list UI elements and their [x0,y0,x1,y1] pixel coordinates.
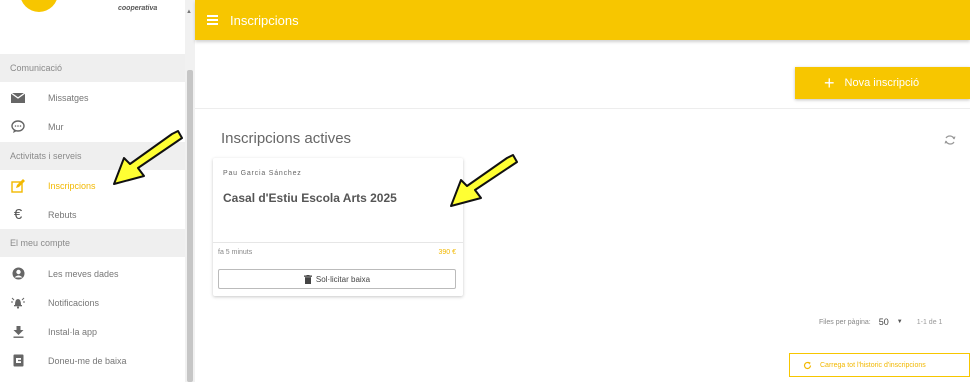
card-time: fa 5 minuts [218,249,253,256]
pagination: Files per pàgina: 50 ▼ 1-1 de 1 [819,317,942,327]
sidebar-item-baixa[interactable]: Doneu-me de baixa [0,346,185,375]
sidebar-item-label: Notificacions [48,297,100,308]
sidebar-item-missatges[interactable]: Missatges [0,83,185,112]
sidebar-item-label: Les meves dades [48,268,119,279]
card-title: Casal d'Estiu Escola Arts 2025 [223,191,397,205]
rows-per-page-label: Files per pàgina: [819,318,871,326]
load-history-label: Carrega tot l'historic d'inscripcions [820,361,926,369]
sidebar-item-dades[interactable]: Les meves dades [0,259,185,288]
card-divider [213,242,463,243]
sidebar-item-installa[interactable]: Instal·la app [0,317,185,346]
sidebar-item-label: Doneu-me de baixa [48,355,127,366]
edit-icon [10,178,26,194]
divider [195,108,970,109]
section-title: Inscripcions actives [221,130,352,147]
sidebar-item-label: Missatges [48,92,89,103]
sidebar-item-label: Rebuts [48,209,77,220]
annotation-arrow-icon [450,154,518,207]
mail-icon [10,90,26,106]
rows-per-page-select[interactable]: 50 [879,317,889,327]
sidebar-item-label: Instal·la app [48,326,98,337]
account-icon [10,266,26,282]
sidebar: cooperativa Comunicació Missatges Mur Ac… [0,0,195,382]
trash-icon [303,274,312,284]
load-history-button[interactable]: Carrega tot l'historic d'inscripcions [789,353,970,377]
request-cancel-label: Sol·licitar baixa [315,274,371,284]
inscription-card: Pau Garcia Sánchez Casal d'Estiu Escola … [213,158,463,296]
card-person: Pau Garcia Sánchez [223,170,302,177]
section-compte: El meu compte [0,229,185,257]
exit-icon [10,353,26,369]
scroll-up-icon[interactable]: ▲ [186,9,192,15]
card-price: 390 € [438,249,456,256]
notification-icon [10,295,26,311]
logo [20,0,58,12]
reload-icon [803,361,812,369]
page-title: Inscripcions [230,13,299,28]
top-bar: Inscripcions [195,0,970,40]
request-cancel-button[interactable]: Sol·licitar baixa [218,269,456,289]
sidebar-scroll-thumb[interactable] [187,70,193,382]
sidebar-item-notificacions[interactable]: Notificacions [0,288,185,317]
plus-icon: + [824,73,835,93]
chat-bubble-icon [10,119,26,135]
euro-icon: € [13,206,23,223]
annotation-arrow-icon [113,130,183,185]
chevron-down-icon[interactable]: ▼ [897,319,903,325]
sidebar-item-rebuts[interactable]: € Rebuts [0,200,185,229]
page-range: 1-1 de 1 [916,318,943,326]
menu-icon[interactable] [207,15,218,25]
new-inscription-button[interactable]: + Nova inscripció [795,67,970,99]
brand-name: cooperativa [118,5,158,12]
sidebar-item-label: Inscripcions [48,180,96,191]
sidebar-item-label: Mur [48,121,64,132]
refresh-icon[interactable] [943,133,957,147]
section-comunicacio: Comunicació [0,54,185,82]
new-inscription-label: Nova inscripció [844,77,920,89]
download-icon [10,324,26,340]
